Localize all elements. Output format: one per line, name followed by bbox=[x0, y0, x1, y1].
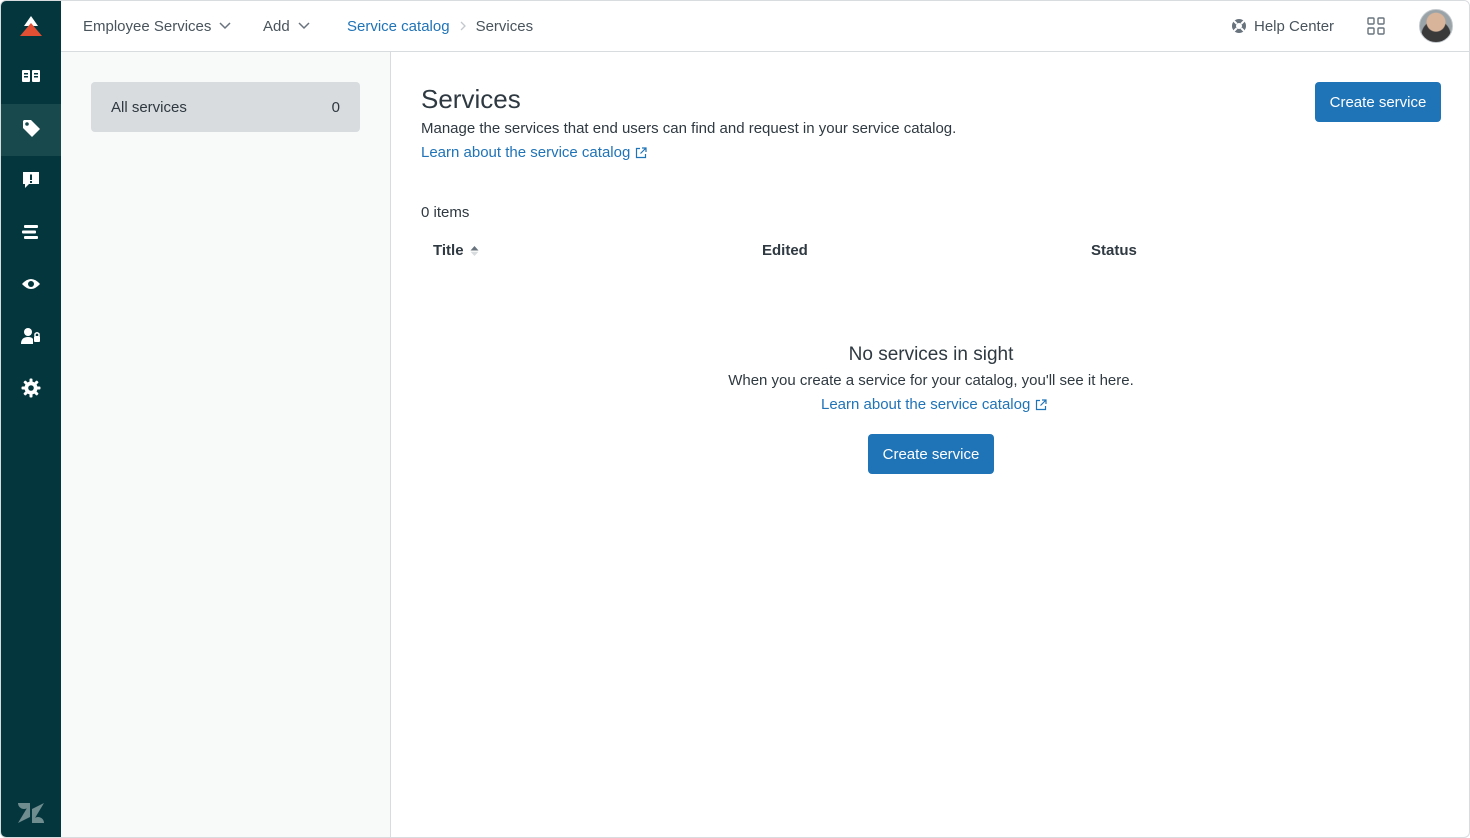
filter-all-services[interactable]: All services 0 bbox=[91, 82, 360, 132]
chevron-down-icon bbox=[298, 22, 310, 30]
avatar[interactable] bbox=[1419, 9, 1453, 43]
help-center-link[interactable]: Help Center bbox=[1231, 1, 1334, 51]
filter-sidebar: All services 0 bbox=[61, 52, 391, 837]
add-menu-label: Add bbox=[263, 17, 290, 35]
add-menu[interactable]: Add bbox=[263, 1, 310, 51]
zendesk-logo-icon[interactable] bbox=[1, 799, 61, 827]
gear-icon bbox=[21, 378, 41, 403]
product-logo-icon[interactable] bbox=[1, 1, 61, 51]
page-title: Services bbox=[421, 84, 521, 114]
breadcrumb-current: Services bbox=[475, 17, 534, 35]
user-lock-icon bbox=[21, 327, 41, 350]
help-center-label: Help Center bbox=[1254, 17, 1335, 35]
empty-state-description: When you create a service for your catal… bbox=[728, 372, 1134, 389]
empty-state-learn-link[interactable]: Learn about the service catalog bbox=[821, 396, 1047, 413]
page-description: Manage the services that end users can f… bbox=[421, 120, 957, 137]
nav-item-knowledge[interactable] bbox=[1, 52, 61, 104]
tag-icon bbox=[21, 118, 41, 143]
product-menu-label: Employee Services bbox=[83, 17, 212, 35]
learn-link-label: Learn about the service catalog bbox=[421, 144, 631, 161]
list-icon bbox=[22, 224, 40, 245]
empty-create-service-button[interactable]: Create service bbox=[868, 434, 994, 474]
column-header-status[interactable]: Status bbox=[1091, 242, 1137, 259]
nav-rail bbox=[1, 1, 61, 837]
column-header-edited[interactable]: Edited bbox=[762, 242, 808, 259]
column-title-label: Title bbox=[433, 242, 464, 259]
alert-message-icon bbox=[22, 171, 40, 194]
breadcrumb-service-catalog[interactable]: Service catalog bbox=[347, 18, 450, 35]
app-window: Employee Services Add Service catalog Se… bbox=[0, 0, 1470, 838]
chevron-down-icon bbox=[219, 22, 231, 30]
learn-link[interactable]: Learn about the service catalog bbox=[421, 144, 647, 161]
main-content: Services Manage the services that end us… bbox=[391, 52, 1469, 837]
filter-label: All services bbox=[111, 98, 187, 116]
empty-learn-label: Learn about the service catalog bbox=[821, 396, 1031, 413]
product-menu[interactable]: Employee Services bbox=[83, 1, 231, 51]
sort-ascending-icon[interactable] bbox=[470, 245, 479, 257]
eye-icon bbox=[21, 277, 41, 296]
nav-item-service-catalog[interactable] bbox=[1, 104, 61, 156]
nav-item-settings[interactable] bbox=[1, 364, 61, 416]
top-bar: Employee Services Add Service catalog Se… bbox=[61, 1, 1469, 52]
nav-item-permissions[interactable] bbox=[1, 312, 61, 364]
breadcrumb: Service catalog Services bbox=[347, 1, 533, 51]
nav-item-arrange[interactable] bbox=[1, 208, 61, 260]
nav-item-alerts[interactable] bbox=[1, 156, 61, 208]
lifebuoy-icon bbox=[1231, 18, 1247, 34]
nav-item-preview[interactable] bbox=[1, 260, 61, 312]
filter-count: 0 bbox=[331, 98, 340, 116]
column-status-label: Status bbox=[1091, 242, 1137, 259]
item-count: 0 items bbox=[421, 204, 470, 221]
apps-grid-icon[interactable] bbox=[1367, 17, 1385, 35]
chevron-right-icon bbox=[460, 21, 466, 31]
external-link-icon bbox=[635, 146, 647, 159]
empty-state-title: No services in sight bbox=[848, 344, 1014, 365]
create-service-button[interactable]: Create service bbox=[1315, 82, 1441, 122]
external-link-icon bbox=[1035, 398, 1047, 411]
column-header-title[interactable]: Title bbox=[433, 242, 479, 259]
column-edited-label: Edited bbox=[762, 242, 808, 259]
book-icon bbox=[21, 68, 41, 89]
